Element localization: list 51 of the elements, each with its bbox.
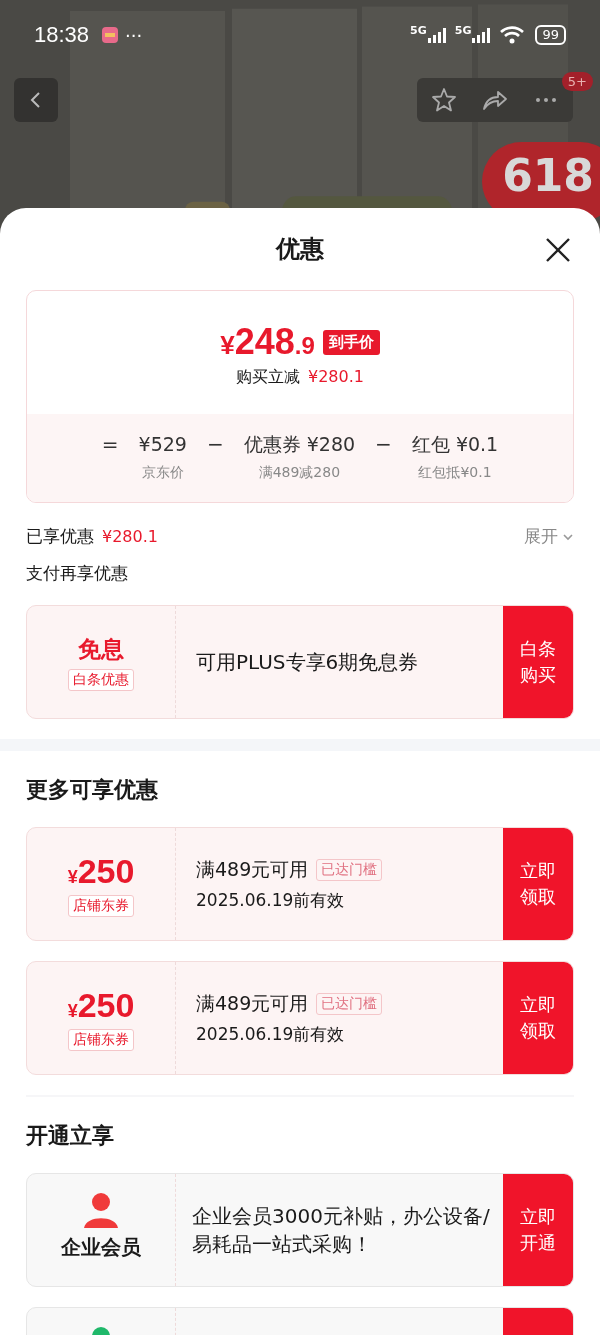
wifi-icon xyxy=(499,25,526,45)
breakdown-note: 京东价 xyxy=(141,464,184,482)
expand-button[interactable]: 展开 xyxy=(524,525,574,548)
app-icon xyxy=(101,26,120,44)
signal-icon xyxy=(426,27,449,43)
threshold-tag: 已达门槛 xyxy=(316,992,383,1015)
coupon-amount: ¥250 xyxy=(67,985,135,1025)
more-notifications-icon: ··· xyxy=(125,24,143,46)
breakdown-note: 满489减280 xyxy=(258,464,341,482)
section-title: 更多可享优惠 xyxy=(25,776,159,804)
operator: = xyxy=(101,431,119,458)
close-icon[interactable] xyxy=(544,236,572,264)
coupon-validity: 2025.06.19前有效 xyxy=(196,888,346,912)
action-button[interactable]: 立即领取 xyxy=(503,828,573,940)
enjoyed-label: 已享优惠 xyxy=(26,525,94,548)
breakdown-note: 红包抵¥0.1 xyxy=(418,464,492,482)
section-label: 支付再享优惠 xyxy=(25,562,129,585)
operator: − xyxy=(206,431,224,458)
offer-title: 免息 xyxy=(78,634,124,664)
coupon-amount: ¥250 xyxy=(67,851,135,891)
enjoyed-amount: ¥280.1 xyxy=(102,527,158,546)
star-icon[interactable] xyxy=(431,87,457,113)
network-label: 5G xyxy=(410,24,427,37)
battery-icon: 99 xyxy=(535,25,566,45)
reduce-label: 购买立减 xyxy=(236,367,300,388)
coupon-condition: 满489元可用 xyxy=(196,990,309,1016)
offer-description: 可用PLUS专享6期免息券 xyxy=(196,649,420,676)
action-button[interactable]: 立即领取 xyxy=(503,962,573,1074)
price-tag: 到手价 xyxy=(322,329,380,355)
coupon-condition: 满489元可用 xyxy=(196,856,309,882)
action-button[interactable]: 白条购买 xyxy=(503,606,573,718)
sheet-title: 优惠 xyxy=(276,234,324,265)
final-price: ¥248.9 xyxy=(220,321,315,363)
network-label: 5G xyxy=(454,24,472,37)
section-title: 开通立享 xyxy=(25,1122,115,1150)
operator: − xyxy=(375,431,392,458)
action-button[interactable]: 立即开通 xyxy=(503,1174,573,1286)
coupon-type-tag: 店铺东券 xyxy=(68,1028,134,1051)
offer-type-tag: 白条优惠 xyxy=(68,668,134,691)
coupon-type-tag: 店铺东券 xyxy=(68,894,134,917)
member-label: 企业会员 xyxy=(61,1234,141,1261)
back-button[interactable] xyxy=(14,78,58,122)
notification-badge: 5+ xyxy=(561,72,593,91)
threshold-tag: 已达门槛 xyxy=(316,858,383,881)
offer-description: 企业会员3000元补贴，办公设备/易耗品一站式采购！ xyxy=(192,1203,491,1258)
reduce-amount: ¥280.1 xyxy=(308,367,364,386)
coupon-validity: 2025.06.19前有效 xyxy=(196,1022,346,1046)
clock: 18:38 xyxy=(34,22,90,48)
breakdown-value: ¥529 xyxy=(138,432,187,457)
breakdown-value: 红包 ¥0.1 xyxy=(411,432,499,457)
breakdown-value: 优惠券 ¥280 xyxy=(243,432,356,457)
